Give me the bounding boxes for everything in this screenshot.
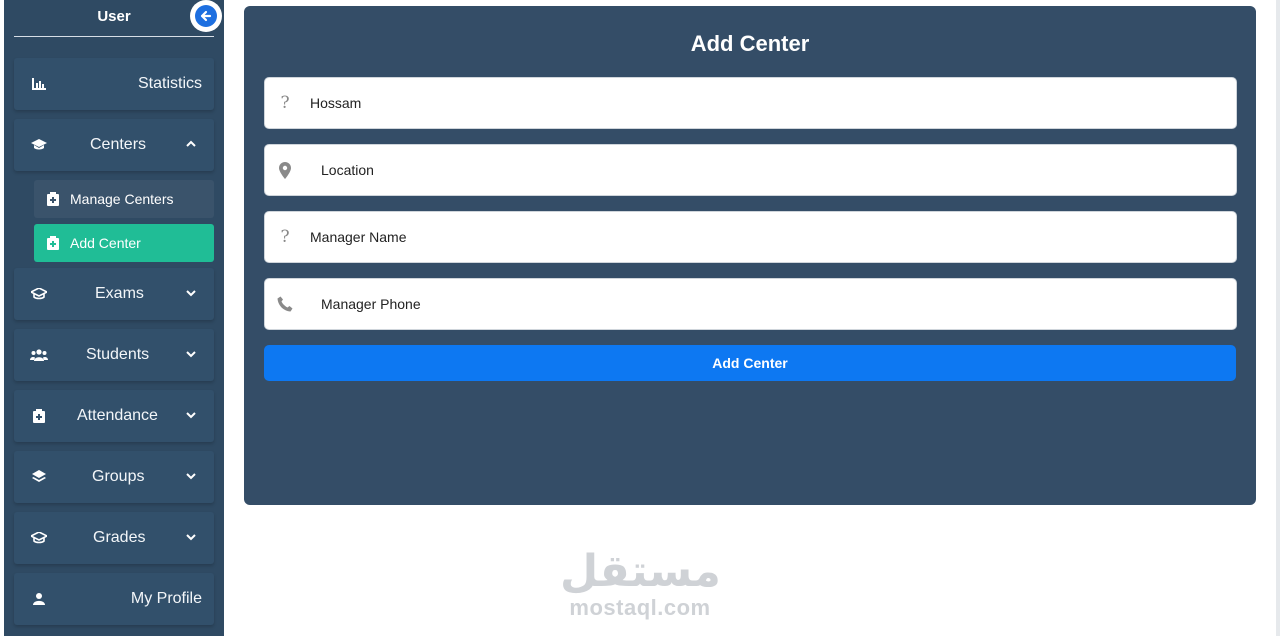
watermark-arabic: مستقل	[560, 546, 721, 597]
users-icon	[30, 346, 48, 364]
page-title: Add Center	[690, 31, 810, 56]
location-value: Location	[321, 162, 374, 178]
sidebar-item-exams[interactable]: Exams	[14, 268, 214, 320]
sidebar-item-label: Exams	[95, 285, 144, 302]
sidebar-item-statistics[interactable]: Statistics	[14, 58, 214, 110]
watermark: مستقل mostaql.com	[560, 546, 721, 620]
sidebar-subitem-manage-centers[interactable]: Manage Centers	[34, 180, 214, 218]
chevron-down-icon	[184, 530, 198, 544]
chevron-down-icon	[184, 286, 198, 300]
sidebar-item-centers[interactable]: Centers	[14, 119, 214, 171]
chevron-up-icon	[184, 137, 198, 151]
graduation-cap-icon	[30, 285, 48, 303]
clipboard-icon	[30, 407, 48, 425]
collapse-sidebar-button[interactable]	[190, 0, 222, 32]
clipboard-icon	[46, 236, 60, 250]
center-name-field[interactable]: ? Hossam	[264, 77, 1237, 129]
sidebar-item-label: Statistics	[137, 75, 202, 92]
graduation-cap-icon	[30, 529, 48, 547]
sidebar-subitem-add-center[interactable]: Add Center	[34, 224, 214, 262]
layers-icon	[30, 468, 48, 486]
watermark-latin: mostaql.com	[569, 595, 711, 620]
scrollbar-track[interactable]	[1276, 0, 1280, 636]
sidebar-item-grades[interactable]: Grades	[14, 512, 214, 564]
phone-icon	[275, 294, 295, 314]
sidebar-subitem-label: Add Center	[70, 235, 141, 251]
sidebar-item-label: Groups	[92, 468, 145, 485]
chevron-down-icon	[184, 469, 198, 483]
user-icon	[30, 590, 48, 608]
sidebar-item-groups[interactable]: Groups	[14, 451, 214, 503]
manager-phone-field[interactable]: Manager Phone	[264, 278, 1237, 330]
bar-chart-icon	[30, 75, 48, 93]
location-field[interactable]: Location	[264, 144, 1237, 196]
unknown-icon: ?	[280, 227, 290, 247]
sidebar-item-label: Attendance	[77, 407, 158, 424]
sidebar-subitem-label: Manage Centers	[70, 191, 174, 207]
clipboard-icon	[46, 192, 60, 206]
sidebar-item-label: Students	[86, 346, 150, 363]
add-center-form: Add Center ? Hossam Location ? Manager N…	[244, 6, 1256, 505]
unknown-icon: ?	[280, 93, 290, 113]
sidebar-header: User	[14, 0, 222, 37]
add-center-submit-button[interactable]: Add Center	[264, 345, 1236, 381]
sidebar-item-attendance[interactable]: Attendance	[14, 390, 214, 442]
manager-name-field[interactable]: ? Manager Name	[264, 211, 1237, 263]
chevron-down-icon	[184, 408, 198, 422]
sidebar-item-label: Centers	[90, 136, 147, 153]
sidebar-item-label: Grades	[93, 529, 146, 546]
sidebar-item-label: My Profile	[130, 590, 202, 607]
graduation-cap-icon	[30, 136, 48, 154]
manager-name-value: Manager Name	[310, 229, 407, 245]
sidebar: User Statistics Centers Manage Centers A…	[4, 0, 224, 636]
manager-phone-value: Manager Phone	[321, 296, 421, 312]
center-name-value: Hossam	[310, 95, 362, 111]
map-pin-icon	[275, 160, 295, 180]
arrow-left-icon	[195, 5, 217, 27]
user-label: User	[97, 8, 131, 25]
chevron-down-icon	[184, 347, 198, 361]
sidebar-item-my-profile[interactable]: My Profile	[14, 573, 214, 625]
sidebar-item-students[interactable]: Students	[14, 329, 214, 381]
